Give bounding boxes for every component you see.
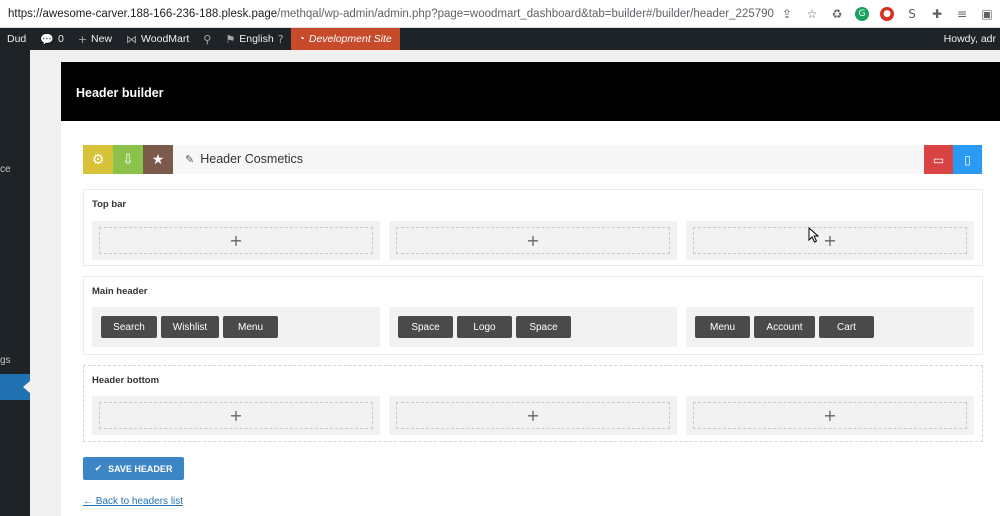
- woodmart-icon: ⋈: [126, 32, 138, 46]
- address-url[interactable]: https://awesome-carver.188-166-236-188.p…: [0, 8, 774, 20]
- uk-flag-icon: ⚑: [225, 32, 236, 46]
- star-icon[interactable]: ☆: [805, 7, 819, 21]
- add-element-button[interactable]: +: [99, 402, 373, 429]
- mouse-cursor-icon: [808, 227, 820, 243]
- element-account[interactable]: Account: [754, 316, 815, 338]
- section-top-bar: Top bar + + +: [83, 189, 983, 266]
- admin-bar-dev-site[interactable]: ◔ Development Site: [290, 28, 400, 50]
- admin-sidebar: ce gs: [0, 50, 30, 516]
- sidebar-active-arrow: [23, 381, 30, 393]
- dev-site-label: Development Site: [308, 33, 392, 45]
- admin-bar-woodmart[interactable]: ⋈ WoodMart: [119, 28, 196, 50]
- browser-address-bar[interactable]: https://awesome-carver.188-166-236-188.p…: [0, 0, 1000, 28]
- header-name-label: Header Cosmetics: [200, 152, 304, 166]
- mobile-icon: ▯: [964, 152, 971, 167]
- language-label: English: [239, 33, 274, 45]
- import-button[interactable]: ⇩: [113, 145, 143, 174]
- add-element-button[interactable]: +: [693, 402, 967, 429]
- sidepanel-icon[interactable]: ▣: [980, 7, 994, 21]
- desktop-view-button[interactable]: ▭: [924, 145, 953, 174]
- save-header-button[interactable]: ✔ SAVE HEADER: [83, 457, 184, 480]
- admin-bar-language[interactable]: ⚑ English?: [218, 28, 290, 50]
- admin-bar-new[interactable]: + New: [71, 28, 119, 50]
- page-title: Header builder: [76, 86, 164, 100]
- main-header-right-column: Menu Account Cart: [686, 307, 974, 347]
- main-header-left-column: Search Wishlist Menu: [92, 307, 380, 347]
- wp-admin-bar: Dud 💬 0 + New ⋈ WoodMart ⚲ ⚑ English? ◔ Devel…: [0, 28, 1000, 50]
- settings-button[interactable]: ⚙: [83, 145, 113, 174]
- section-title: Main header: [92, 286, 148, 297]
- site-name: Dud: [7, 33, 27, 45]
- element-menu[interactable]: Menu: [695, 316, 750, 338]
- panel-header: [61, 62, 1000, 121]
- check-icon: ✔: [94, 463, 103, 474]
- recycle-icon[interactable]: ♻: [830, 7, 844, 21]
- pencil-icon: ✎: [185, 152, 195, 166]
- plus-icon: +: [77, 32, 88, 46]
- url-path: /methqal/wp-admin/admin.php?page=woodmar…: [277, 7, 774, 20]
- playlist-icon[interactable]: ≡: [955, 7, 969, 21]
- url-host: https://awesome-carver.188-166-236-188.p…: [8, 7, 278, 20]
- header-bottom-right-column: +: [686, 396, 974, 435]
- element-menu[interactable]: Menu: [223, 316, 278, 338]
- browser-extension-icons: ⇪ ☆ ♻ G ● S ✚ ≡ ▣: [780, 0, 994, 28]
- section-title: Top bar: [92, 199, 127, 210]
- add-element-button[interactable]: +: [396, 402, 670, 429]
- element-logo[interactable]: Logo: [457, 316, 512, 338]
- help-icon: ?: [277, 32, 284, 46]
- s-icon[interactable]: S: [905, 7, 919, 21]
- sidebar-item-fragment[interactable]: ce: [0, 164, 11, 175]
- header-bottom-center-column: +: [389, 396, 677, 435]
- element-search[interactable]: Search: [101, 316, 157, 338]
- header-name[interactable]: ✎ Header Cosmetics: [185, 152, 303, 166]
- comment-icon: 💬: [40, 32, 54, 46]
- lightbulb-icon: ⚲: [203, 32, 212, 46]
- top-bar-center-column: +: [389, 221, 677, 260]
- section-main-header: Main header Search Wishlist Menu Space L…: [83, 276, 983, 355]
- back-to-headers-link[interactable]: ← Back to headers list: [83, 496, 183, 507]
- favorite-button[interactable]: ★: [143, 145, 173, 174]
- admin-bar-bulb[interactable]: ⚲: [196, 28, 218, 50]
- admin-bar-site[interactable]: Dud: [0, 28, 33, 50]
- element-wishlist[interactable]: Wishlist: [161, 316, 219, 338]
- top-bar-left-column: +: [92, 221, 380, 260]
- section-header-bottom: Header bottom + + +: [83, 365, 983, 442]
- grammarly-icon[interactable]: G: [855, 7, 869, 21]
- admin-bar-comments[interactable]: 💬 0: [33, 28, 71, 50]
- share-icon[interactable]: ⇪: [780, 7, 794, 21]
- sidebar-item-settings[interactable]: gs: [0, 355, 11, 366]
- top-bar-right-column: +: [686, 221, 974, 260]
- element-space[interactable]: Space: [516, 316, 571, 338]
- element-space[interactable]: Space: [398, 316, 453, 338]
- new-label: New: [91, 33, 113, 45]
- howdy-user[interactable]: Howdy, adr: [944, 28, 996, 50]
- add-element-button[interactable]: +: [396, 227, 670, 254]
- laptop-icon: ▭: [932, 152, 945, 167]
- header-bottom-left-column: +: [92, 396, 380, 435]
- comments-count: 0: [57, 33, 64, 45]
- dev-site-icon: ◔: [298, 33, 305, 45]
- woodmart-label: WoodMart: [141, 33, 190, 45]
- gear-icon: ⚙: [91, 151, 105, 168]
- star-icon: ★: [151, 151, 165, 168]
- main-header-center-column: Space Logo Space: [389, 307, 677, 347]
- puzzle-icon[interactable]: ✚: [930, 7, 944, 21]
- section-title: Header bottom: [92, 375, 160, 386]
- mobile-view-button[interactable]: ▯: [953, 145, 982, 174]
- save-header-label: SAVE HEADER: [108, 463, 173, 474]
- download-icon: ⇩: [122, 151, 134, 168]
- adblock-icon[interactable]: ●: [880, 7, 894, 21]
- element-cart[interactable]: Cart: [819, 316, 874, 338]
- add-element-button[interactable]: +: [693, 227, 967, 254]
- add-element-button[interactable]: +: [99, 227, 373, 254]
